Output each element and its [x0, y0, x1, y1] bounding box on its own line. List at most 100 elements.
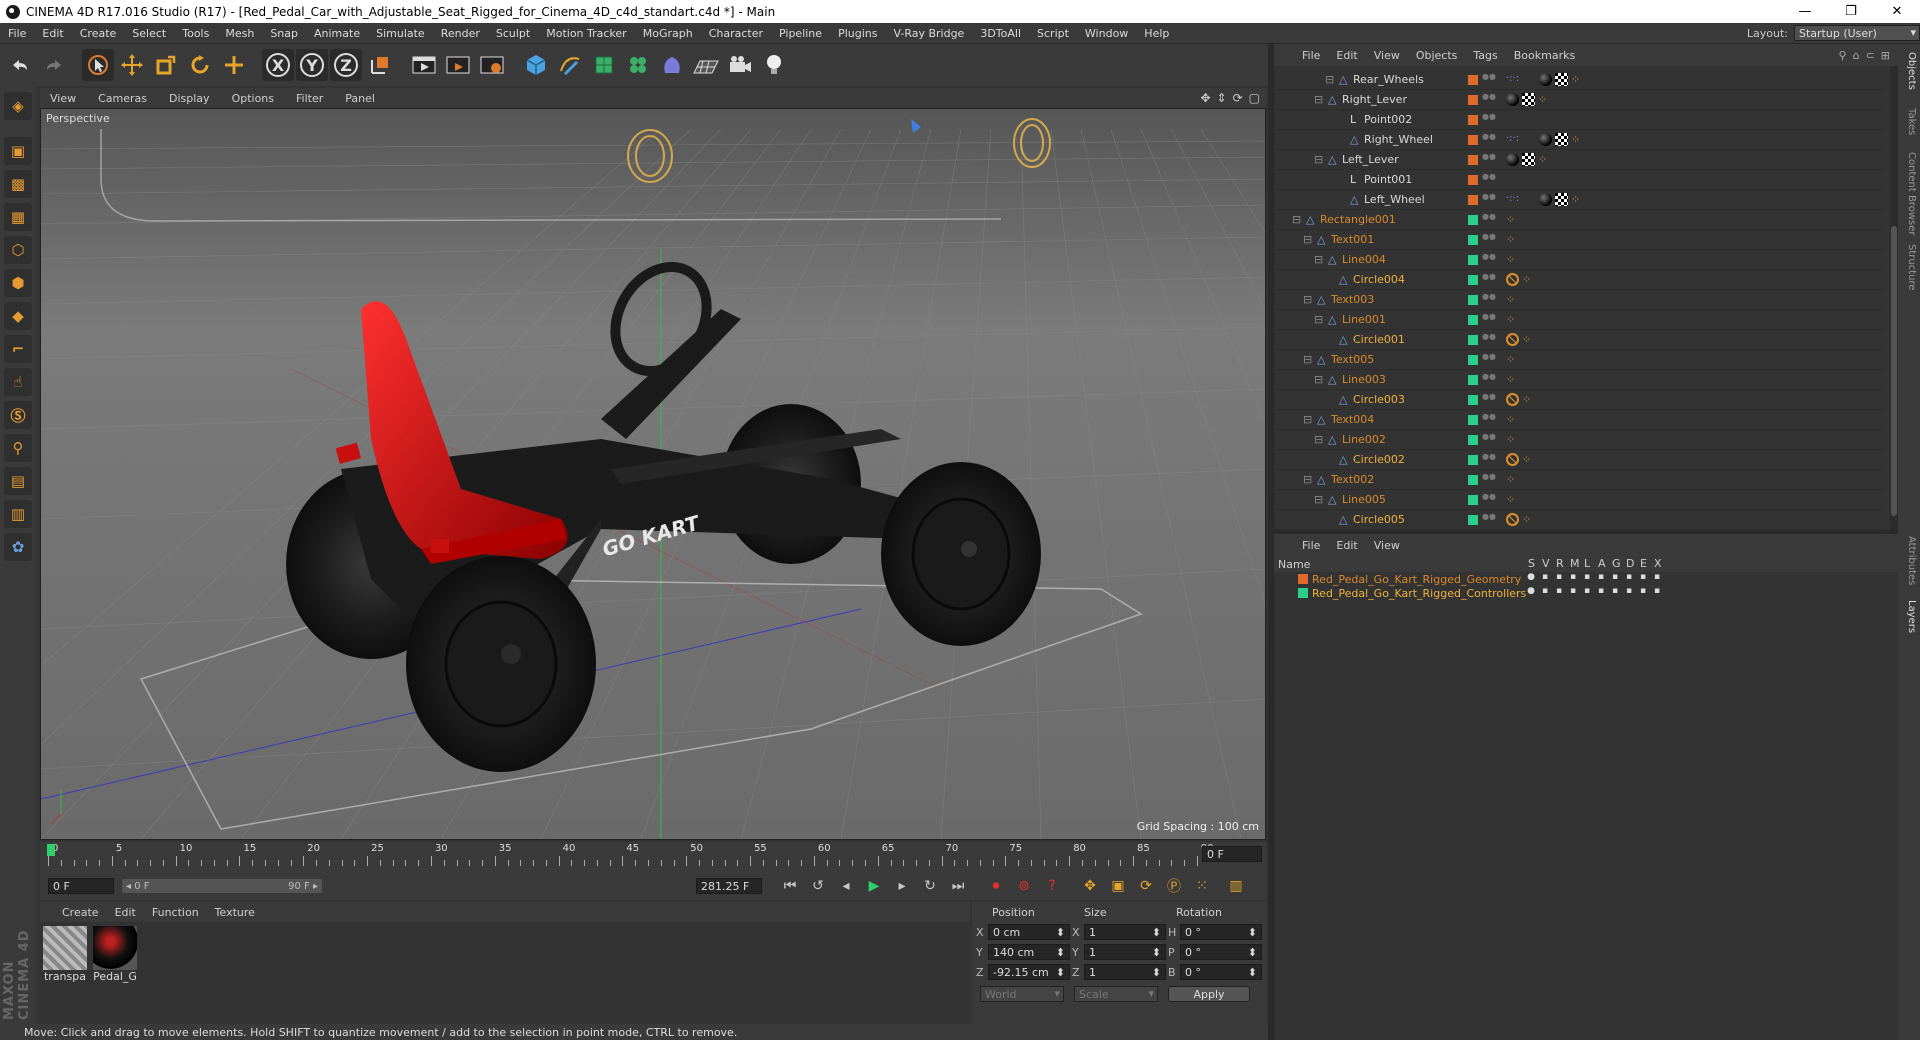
layer-color-swatch[interactable] [1468, 494, 1478, 505]
menu-file[interactable]: File [0, 27, 34, 40]
planar-workplane-icon[interactable]: ▥ [4, 500, 32, 528]
object-row[interactable]: △ Circle003 ●● ⁘ [1274, 390, 1884, 410]
lock-workplane-icon[interactable]: ▤ [4, 467, 32, 495]
edges-mode-icon[interactable]: ⬢ [4, 269, 32, 297]
menu-select[interactable]: Select [124, 27, 174, 40]
layer-color-swatch[interactable] [1468, 174, 1478, 185]
visibility-dots-icon[interactable]: ●● [1482, 332, 1496, 347]
expand-toggle-icon[interactable]: ⊟ [1325, 73, 1334, 86]
pen-spline-icon[interactable] [554, 49, 586, 81]
layer-color-swatch[interactable] [1468, 194, 1478, 205]
position-field[interactable]: -92.15 cm ⬍ [988, 964, 1070, 980]
size-field[interactable]: 1 ⬍ [1084, 924, 1166, 940]
object-row[interactable]: ⊟ △ Text005 ●● ⁘ [1274, 350, 1884, 370]
maximize-button[interactable]: ❐ [1828, 0, 1874, 23]
undo-icon[interactable] [4, 49, 36, 81]
x-axis-icon[interactable]: X [262, 49, 294, 81]
object-row[interactable]: L Point001 ●● [1274, 170, 1884, 190]
object-row[interactable]: ⊟ △ Line001 ●● ⁘ [1274, 310, 1884, 330]
rig-tag-icon[interactable]: ⁘ [1522, 333, 1535, 346]
layer-color-swatch[interactable] [1468, 374, 1478, 385]
rig-tag-icon[interactable]: ⁘ [1538, 93, 1551, 106]
viewport-menu-view[interactable]: View [40, 92, 88, 105]
rig-tag-icon[interactable]: ⁘ [1571, 193, 1584, 206]
visibility-dots-icon[interactable]: ●● [1482, 392, 1496, 407]
menu-vray-bridge[interactable]: V-Ray Bridge [885, 27, 972, 40]
expand-toggle-icon[interactable]: ⊟ [1314, 373, 1323, 386]
make-editable-icon[interactable]: ◈ [4, 92, 32, 120]
layer-color-swatch[interactable] [1468, 234, 1478, 245]
keyframe-selection-icon[interactable]: ? [1040, 875, 1064, 897]
minimize-button[interactable]: — [1782, 0, 1828, 23]
floor-icon[interactable] [690, 49, 722, 81]
timeline-ruler[interactable]: 051015202530354045505560657075808590 0 F [40, 842, 1266, 872]
layer-color-swatch[interactable] [1298, 574, 1308, 584]
expand-toggle-icon[interactable]: ⊟ [1314, 433, 1323, 446]
python-icon[interactable]: ✿ [4, 533, 32, 561]
animation-icon[interactable]: ▪ [1596, 572, 1606, 582]
object-name[interactable]: Point001 [1364, 173, 1412, 186]
stepper-icon[interactable]: ⬍ [1056, 966, 1065, 979]
expand-toggle-icon[interactable]: ⊟ [1314, 493, 1323, 506]
texture-tag-icon[interactable] [1555, 193, 1568, 206]
deformers-icon[interactable]: ▪ [1624, 586, 1634, 596]
deformers-icon[interactable]: ▪ [1624, 572, 1634, 582]
protection-tag-icon[interactable] [1506, 513, 1519, 526]
menu-mograph[interactable]: MoGraph [635, 27, 701, 40]
points-mode-icon[interactable]: ⬡ [4, 236, 32, 264]
object-row[interactable]: △ Circle001 ●● ⁘ [1274, 330, 1884, 350]
layer-col-d[interactable]: D [1626, 557, 1636, 570]
layer-color-swatch[interactable] [1468, 354, 1478, 365]
key-rotation-icon[interactable]: ⟳ [1134, 875, 1158, 897]
visibility-dots-icon[interactable]: ●● [1482, 252, 1496, 267]
menu-pipeline[interactable]: Pipeline [771, 27, 830, 40]
rig-tag-icon[interactable]: ⁘ [1506, 293, 1519, 306]
object-name[interactable]: Circle002 [1353, 453, 1405, 466]
layer-color-swatch[interactable] [1468, 414, 1478, 425]
xref-icon[interactable]: ▪ [1652, 572, 1662, 582]
visibility-dots-icon[interactable]: ●● [1482, 372, 1496, 387]
object-name[interactable]: Text002 [1331, 473, 1374, 486]
layer-color-swatch[interactable] [1298, 588, 1308, 598]
visibility-dots-icon[interactable]: ●● [1482, 152, 1496, 167]
object-name[interactable]: Line002 [1342, 433, 1386, 446]
protection-tag-icon[interactable] [1506, 333, 1519, 346]
stepper-icon[interactable]: ⬍ [1056, 946, 1065, 959]
render-picture-viewer-icon[interactable] [442, 49, 474, 81]
layer-color-swatch[interactable] [1468, 114, 1478, 125]
rig-tag-icon[interactable]: ⁘ [1506, 353, 1519, 366]
perspective-viewport[interactable]: Perspective GO KART Grid Spacing : 100 c… [40, 108, 1266, 840]
snap-icon[interactable]: ⚲ [4, 434, 32, 462]
layout-dropdown[interactable]: Startup (User) [1794, 25, 1920, 41]
rig-tag-icon[interactable]: ⁘ [1506, 473, 1519, 486]
visibility-dots-icon[interactable]: ●● [1482, 112, 1496, 127]
xpresso-tag-icon[interactable]: ·:·: [1506, 193, 1536, 206]
rig-tag-icon[interactable]: ⁘ [1522, 273, 1535, 286]
layer-col-s[interactable]: S [1528, 557, 1538, 570]
visibility-dots-icon[interactable]: ●● [1482, 312, 1496, 327]
position-field[interactable]: 0 cm ⬍ [988, 924, 1070, 940]
rotate-icon[interactable] [184, 49, 216, 81]
render-view-icon[interactable] [408, 49, 440, 81]
object-row[interactable]: L Point002 ●● [1274, 110, 1884, 130]
stepper-icon[interactable]: ⬍ [1056, 926, 1065, 939]
side-tab-layers[interactable]: Layers [1901, 600, 1917, 633]
record-icon[interactable]: ⏺ [984, 875, 1008, 897]
rig-tag-icon[interactable]: ⁘ [1506, 253, 1519, 266]
rig-tag-icon[interactable]: ⁘ [1571, 73, 1584, 86]
visibility-dots-icon[interactable]: ●● [1482, 212, 1496, 227]
key-position-icon[interactable]: ✥ [1078, 875, 1102, 897]
goto-end-icon[interactable]: ⏭ [946, 875, 970, 897]
manager-icon[interactable]: ▪ [1568, 572, 1578, 582]
visible-icon[interactable]: ▪ [1540, 572, 1550, 582]
menu-snap[interactable]: Snap [262, 27, 306, 40]
side-tab-takes[interactable]: Takes [1901, 108, 1917, 135]
objects-menu-objects[interactable]: Objects [1408, 49, 1466, 62]
visibility-dots-icon[interactable]: ●● [1482, 452, 1496, 467]
texture-tag-icon[interactable] [1555, 73, 1568, 86]
lock-icon[interactable]: ⊂ [1866, 49, 1875, 62]
manager-icon[interactable]: ▪ [1568, 586, 1578, 596]
viewport-menu-options[interactable]: Options [222, 92, 286, 105]
layer-row[interactable]: Red_Pedal_Go_Kart_Rigged_Geometry ● ▪ ▪ ▪ ▪ ▪ ▪… [1274, 572, 1898, 586]
layer-color-swatch[interactable] [1468, 214, 1478, 225]
